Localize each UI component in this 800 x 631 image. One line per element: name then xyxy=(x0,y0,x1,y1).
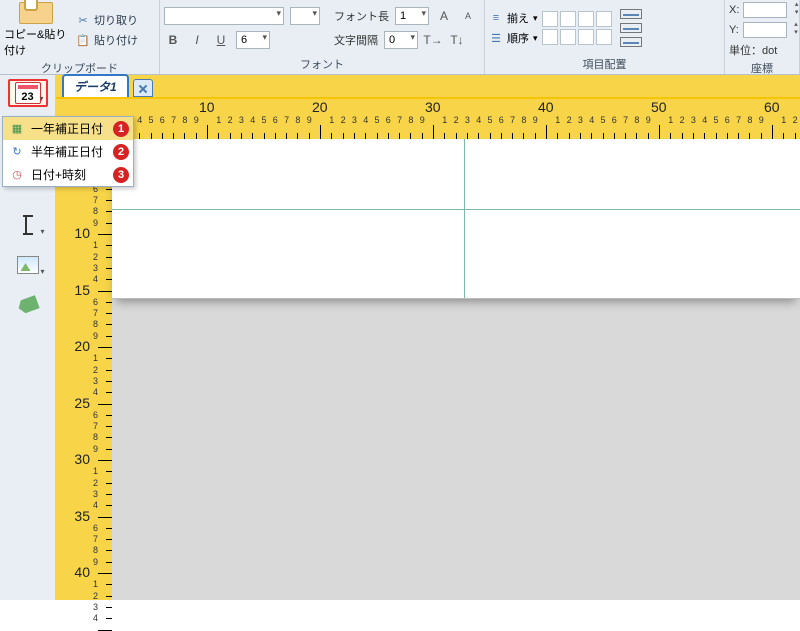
horizontal-ruler: 1020304050601234567891234567891234567891… xyxy=(112,99,800,139)
chevron-down-icon: ▾ xyxy=(39,94,43,103)
insert-image-button[interactable]: ▾ xyxy=(8,251,48,279)
ribbon-group-label: フォント xyxy=(164,54,480,73)
shrink-font-button[interactable]: A xyxy=(459,7,477,25)
text-icon xyxy=(25,215,31,235)
line-preset[interactable] xyxy=(620,23,642,33)
ribbon-group-label: 項目配置 xyxy=(489,54,720,73)
y-spin[interactable] xyxy=(743,22,787,38)
date-menu-label: 一年補正日付 xyxy=(31,120,103,137)
paste-icon xyxy=(19,2,53,24)
layout-tool[interactable] xyxy=(578,29,594,45)
layout-tool[interactable] xyxy=(542,11,558,27)
layout-tool[interactable] xyxy=(560,29,576,45)
cut-button[interactable]: ✂ 切り取り xyxy=(72,11,142,29)
tab-strip: データ1 xyxy=(56,75,800,99)
clipboard-icon: 📋 xyxy=(76,33,90,47)
date-menu-label: 日付+時刻 xyxy=(31,166,86,183)
layout-tool[interactable] xyxy=(542,29,558,45)
order-icon: ☰ xyxy=(489,31,503,45)
orient-v-button[interactable]: T↓ xyxy=(448,31,466,49)
tab-close-button[interactable] xyxy=(133,79,153,97)
calendar-small-icon: ▦ xyxy=(9,121,25,137)
x-spin[interactable] xyxy=(743,2,787,18)
bold-button[interactable]: B xyxy=(164,31,182,49)
y-label: Y: xyxy=(729,24,739,36)
align-dropdown[interactable]: ≡ 揃え▾ xyxy=(489,10,538,26)
layout-tool[interactable] xyxy=(596,11,612,27)
paste-small-label: 貼り付け xyxy=(94,32,138,48)
chevron-down-icon: ▾ xyxy=(40,267,44,276)
calendar-icon: 23 xyxy=(15,82,41,104)
page[interactable] xyxy=(112,139,800,299)
image-icon xyxy=(17,256,39,274)
scissors-icon: ✂ xyxy=(76,13,90,27)
paste-small-button[interactable]: 📋 貼り付け xyxy=(72,31,142,49)
annotation-badge: 2 xyxy=(113,144,129,160)
canvas-area xyxy=(112,139,800,600)
font-size-combo[interactable] xyxy=(290,7,320,25)
date-menu-item-1year[interactable]: ▦ 一年補正日付 1 xyxy=(3,117,133,140)
annotation-badge: 1 xyxy=(113,121,129,137)
tag-icon xyxy=(16,295,40,315)
date-type-menu: ▦ 一年補正日付 1 ↻ 半年補正日付 2 ◷ 日付+時刻 3 xyxy=(2,116,134,187)
char-spacing-combo[interactable]: 0 xyxy=(384,31,418,49)
ribbon-group-coord: X: Y: 単位：dot 座標 xyxy=(725,0,800,74)
underline-button[interactable]: U xyxy=(212,31,230,49)
date-menu-item-datetime[interactable]: ◷ 日付+時刻 3 xyxy=(3,163,133,186)
cut-label: 切り取り xyxy=(94,12,138,28)
insert-tag-button[interactable] xyxy=(8,291,48,319)
clock-icon: ◷ xyxy=(9,167,25,183)
order-dropdown[interactable]: ☰ 順序▾ xyxy=(489,30,538,46)
paste-button[interactable]: コピー&貼り付け xyxy=(4,2,68,58)
date-menu-item-halfyear[interactable]: ↻ 半年補正日付 2 xyxy=(3,140,133,163)
insert-date-button[interactable]: 23 ▾ xyxy=(8,79,48,107)
line-preset[interactable] xyxy=(620,37,642,47)
align-icon: ≡ xyxy=(489,11,503,25)
unit-label: 単位：dot xyxy=(729,42,777,58)
line-preset[interactable] xyxy=(620,9,642,19)
grow-font-button[interactable]: A xyxy=(435,7,453,25)
ribbon-group-font: B I U 6 フォント長 1 A A 文字間隔 0 xyxy=(160,0,485,74)
font-length-combo[interactable]: 1 xyxy=(395,7,429,25)
date-menu-label: 半年補正日付 xyxy=(31,143,103,160)
layout-tool[interactable] xyxy=(560,11,576,27)
ribbon-group-layout: ≡ 揃え▾ ☰ 順序▾ 項目配置 xyxy=(485,0,725,74)
orient-h-button[interactable]: T→ xyxy=(424,31,442,49)
layout-tool[interactable] xyxy=(596,29,612,45)
vertical-ruler: 5101520253035401234678912346789123467891… xyxy=(68,139,112,600)
annotation-badge: 3 xyxy=(113,167,129,183)
ribbon-group-clipboard: コピー&貼り付け ✂ 切り取り 📋 貼り付け クリップボード xyxy=(0,0,160,74)
document-tab[interactable]: データ1 xyxy=(62,74,129,97)
guideline-vertical xyxy=(464,139,465,298)
font-family-combo[interactable] xyxy=(164,7,284,25)
line-style-presets xyxy=(620,9,642,47)
insert-text-button[interactable]: ▾ xyxy=(8,211,48,239)
char-spacing-label: 文字間隔 xyxy=(334,32,378,48)
ribbon: コピー&貼り付け ✂ 切り取り 📋 貼り付け クリップボード xyxy=(0,0,800,75)
paste-label: コピー&貼り付け xyxy=(4,26,68,58)
chevron-down-icon: ▾ xyxy=(40,227,44,236)
italic-button[interactable]: I xyxy=(188,31,206,49)
refresh-icon: ↻ xyxy=(9,144,25,160)
font-length-label: フォント長 xyxy=(334,8,389,24)
font-size-combo2[interactable]: 6 xyxy=(236,31,270,49)
layout-tool[interactable] xyxy=(578,11,594,27)
guideline-horizontal xyxy=(112,209,800,210)
layout-tools-grid xyxy=(542,11,612,45)
x-label: X: xyxy=(729,4,739,16)
